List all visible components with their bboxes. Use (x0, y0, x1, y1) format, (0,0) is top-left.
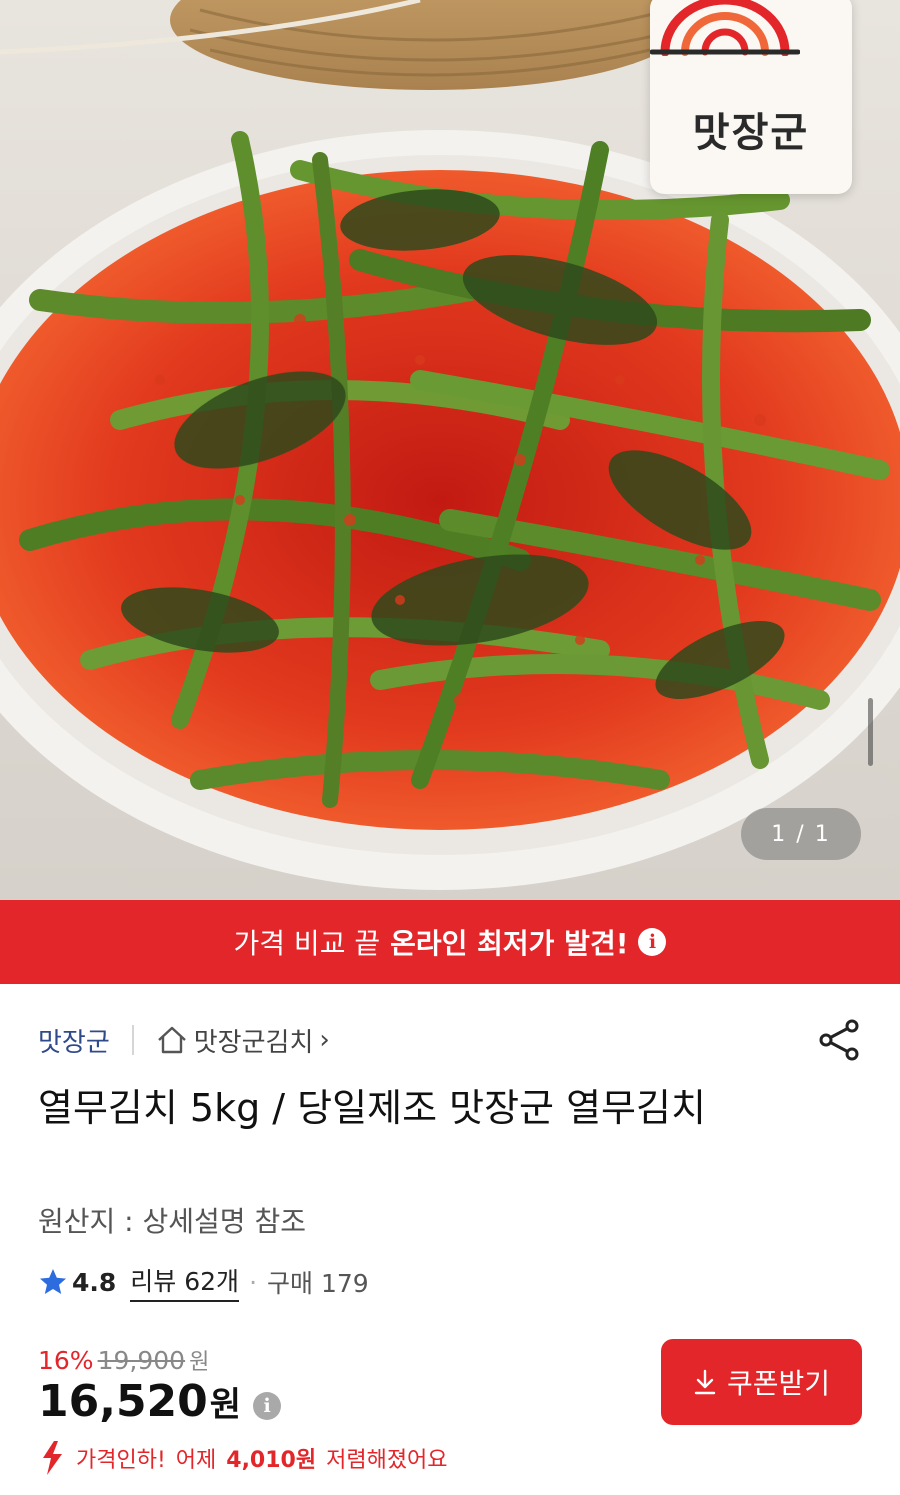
seller-name-link[interactable]: 맛장군 (38, 1022, 110, 1059)
product-image[interactable]: 맛장군 1 / 1 (0, 0, 900, 900)
discount-row: 16% 19,900 원 (38, 1344, 209, 1376)
discount-rate: 16% (38, 1346, 94, 1375)
image-scroll-indicator (868, 698, 873, 766)
seller-row: 맛장군 맛장군김치 › (38, 1018, 862, 1062)
store-link-label: 맛장군김치 (193, 1027, 314, 1058)
store-link[interactable]: 맛장군김치 › (156, 1022, 330, 1059)
lightning-arrow-icon (43, 1441, 62, 1475)
reviews-link[interactable]: 리뷰 62개 (130, 1262, 240, 1302)
share-icon[interactable] (818, 1018, 862, 1062)
purchase-count: 구매 179 (267, 1269, 369, 1298)
star-icon (40, 1269, 66, 1294)
home-icon (157, 1026, 186, 1054)
price-drop-prefix: 가격인하! (76, 1448, 166, 1473)
chevron-right-icon: › (319, 1025, 330, 1055)
get-coupon-button[interactable]: 쿠폰받기 (661, 1339, 862, 1425)
price-drop-amount: 4,010원 (226, 1448, 317, 1473)
download-icon (694, 1369, 716, 1395)
price-drop-suffix: 저렴해졌어요 (326, 1448, 448, 1473)
promo-strong-text: 온라인 최저가 발견! (390, 927, 629, 960)
brand-arc-icon (650, 0, 800, 56)
price-drop-notice: 가격인하! 어제 4,010원 저렴해졌어요 (38, 1438, 448, 1478)
coupon-button-label: 쿠폰받기 (726, 1367, 831, 1400)
sale-price: 16,520 (38, 1376, 208, 1427)
price-info-icon[interactable]: i (253, 1392, 282, 1420)
original-price: 19,900 (97, 1346, 186, 1375)
seller-divider (131, 1025, 134, 1055)
image-pager: 1 / 1 (741, 808, 861, 860)
origin-text: 원산지 : 상세설명 참조 (38, 1205, 306, 1238)
price-row: 16,520 원 i (38, 1376, 282, 1427)
product-title: 열무김치 5kg / 당일제조 맛장군 열무김치 (38, 1086, 706, 1130)
promo-lead-text: 가격 비교 끝 (233, 927, 381, 960)
brand-logo-text: 맛장군 (692, 109, 810, 156)
rating-value: 4.8 (72, 1267, 117, 1297)
price-drop-middle: 어제 (175, 1448, 217, 1473)
separator-dot: · (249, 1267, 258, 1297)
brand-logo-badge: 맛장군 (650, 0, 852, 194)
lowest-price-banner[interactable]: 가격 비교 끝 온라인 최저가 발견! i (0, 900, 900, 984)
info-icon[interactable]: i (638, 928, 667, 956)
rating-row: 4.8 리뷰 62개 · 구매 179 (38, 1262, 369, 1302)
original-price-currency: 원 (189, 1350, 210, 1375)
sale-price-currency: 원 (209, 1385, 242, 1425)
